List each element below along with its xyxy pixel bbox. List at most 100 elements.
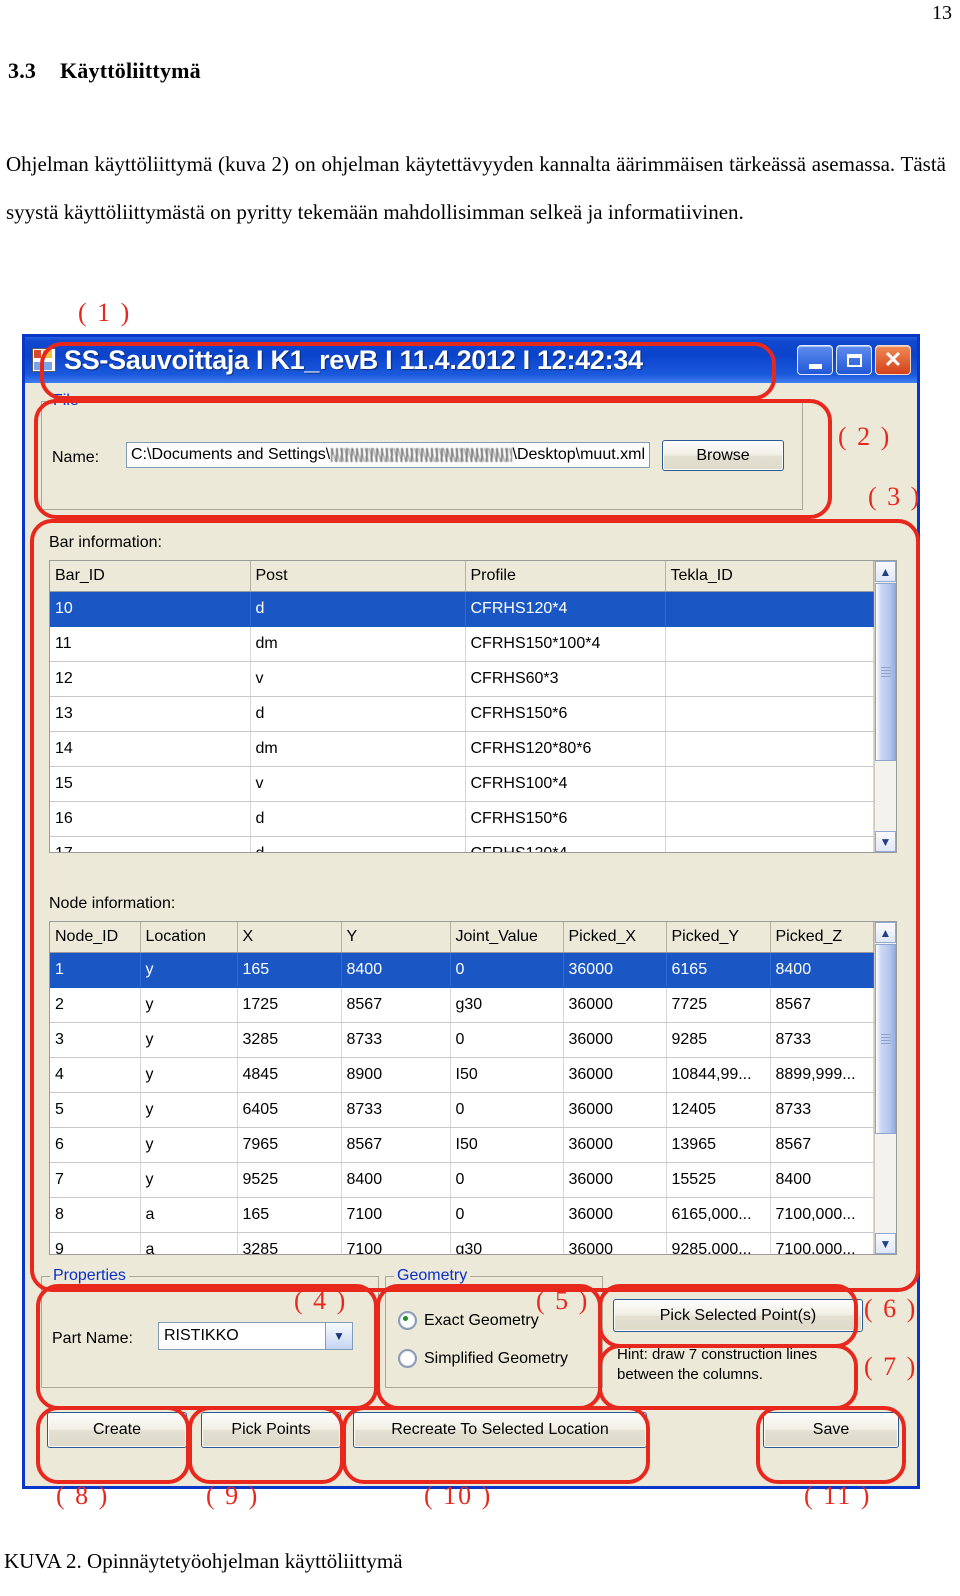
- cell-tekla-id: [665, 766, 874, 802]
- node-col-picked-z[interactable]: Picked_Z: [770, 922, 874, 953]
- bar-information-label: Bar information:: [49, 534, 162, 551]
- figure-caption: KUVA 2. Opinnäytetyöohjelman käyttöliitt…: [4, 1549, 403, 1573]
- table-row[interactable]: 10 d CFRHS120*4: [50, 591, 874, 627]
- table-row[interactable]: 17 d CFRHS120*4: [50, 836, 874, 852]
- cell-node-id: 9: [50, 1232, 141, 1254]
- cell-picked-y: 12405: [666, 1092, 771, 1128]
- scroll-thumb[interactable]: [875, 944, 896, 1134]
- cell-node-id: 5: [50, 1092, 141, 1128]
- node-table-scrollbar[interactable]: ▲ ▼: [874, 922, 896, 1254]
- cell-picked-z: 8733: [770, 1092, 874, 1128]
- cell-bar-id: 13: [50, 696, 251, 732]
- window-title: SS-Sauvoittaja I K1_revB I 11.4.2012 I 1…: [64, 344, 643, 375]
- hint-line-2: between the columns.: [617, 1366, 763, 1383]
- maximize-button[interactable]: [836, 345, 872, 375]
- cell-location: a: [140, 1232, 238, 1254]
- pick-points-button[interactable]: Pick Points: [201, 1412, 341, 1448]
- part-name-label: Part Name:: [52, 1330, 133, 1347]
- scroll-thumb[interactable]: [875, 583, 896, 761]
- table-row[interactable]: 12 v CFRHS60*3: [50, 661, 874, 697]
- cell-y: 8733: [341, 1092, 451, 1128]
- pick-selected-points-button[interactable]: Pick Selected Point(s): [613, 1299, 863, 1332]
- table-row[interactable]: 2 y 1725 8567 g30 36000 7725 8567: [50, 987, 874, 1023]
- node-information-table[interactable]: Node_ID Location X Y Joint_Value Picked_…: [49, 921, 897, 1255]
- annotation-label-3: ( 3 ): [868, 482, 922, 511]
- scroll-down-icon[interactable]: ▼: [875, 1233, 896, 1254]
- file-path-input[interactable]: C:\Documents and Settings\ \Desktop\muut.…: [126, 442, 650, 468]
- cell-bar-id: 15: [50, 766, 251, 802]
- annotation-label-4: ( 4 ): [294, 1286, 348, 1315]
- save-button[interactable]: Save: [763, 1412, 899, 1448]
- table-row[interactable]: 4 y 4845 8900 I50 36000 10844,99... 8899…: [50, 1057, 874, 1093]
- table-row[interactable]: 8 a 165 7100 0 36000 6165,000... 7100,00…: [50, 1197, 874, 1233]
- table-row[interactable]: 7 y 9525 8400 0 36000 15525 8400: [50, 1162, 874, 1198]
- recreate-to-selected-location-button[interactable]: Recreate To Selected Location: [353, 1412, 647, 1448]
- title-bar: SS-Sauvoittaja I K1_revB I 11.4.2012 I 1…: [25, 337, 917, 383]
- cell-profile: CFRHS120*80*6: [465, 731, 666, 767]
- node-col-node-id[interactable]: Node_ID: [50, 922, 141, 953]
- cell-y: 8733: [341, 1022, 451, 1058]
- table-row[interactable]: 13 d CFRHS150*6: [50, 696, 874, 732]
- cell-profile: CFRHS150*6: [465, 696, 666, 732]
- bar-col-bar-id[interactable]: Bar_ID: [50, 561, 251, 592]
- file-path-suffix: \Desktop\muut.xml: [512, 446, 645, 463]
- table-row[interactable]: 15 v CFRHS100*4: [50, 766, 874, 802]
- annotation-label-1: ( 1 ): [78, 298, 132, 327]
- table-row[interactable]: 5 y 6405 8733 0 36000 12405 8733: [50, 1092, 874, 1128]
- radio-exact-geometry[interactable]: Exact Geometry: [398, 1311, 539, 1330]
- cell-x: 3285: [237, 1232, 342, 1254]
- cell-profile: CFRHS120*4: [465, 591, 666, 627]
- radio-simplified-geometry-label: Simplified Geometry: [424, 1349, 569, 1367]
- scroll-up-icon[interactable]: ▲: [875, 561, 896, 582]
- create-button[interactable]: Create: [47, 1412, 187, 1448]
- table-row[interactable]: 11 dm CFRHS150*100*4: [50, 626, 874, 662]
- bar-col-profile[interactable]: Profile: [465, 561, 666, 592]
- part-name-select[interactable]: RISTIKKO ▼: [158, 1322, 353, 1350]
- node-col-location[interactable]: Location: [140, 922, 238, 953]
- bar-information-table[interactable]: Bar_ID Post Profile Tekla_ID 10 d CFRHS1…: [49, 560, 897, 853]
- table-row[interactable]: 16 d CFRHS150*6: [50, 801, 874, 837]
- cell-node-id: 7: [50, 1162, 141, 1198]
- cell-x: 3285: [237, 1022, 342, 1058]
- node-col-y[interactable]: Y: [341, 922, 451, 953]
- section-title: Käyttöliittymä: [60, 58, 201, 83]
- cell-post: d: [250, 801, 466, 837]
- scroll-up-icon[interactable]: ▲: [875, 922, 896, 943]
- radio-simplified-geometry[interactable]: Simplified Geometry: [398, 1349, 568, 1368]
- maximize-icon: [846, 353, 862, 367]
- minimize-button[interactable]: [797, 345, 833, 375]
- cell-location: y: [140, 1057, 238, 1093]
- cell-x: 165: [237, 952, 342, 988]
- cell-profile: CFRHS120*4: [465, 836, 666, 852]
- bar-table-scrollbar[interactable]: ▲ ▼: [874, 561, 896, 852]
- app-window: SS-Sauvoittaja I K1_revB I 11.4.2012 I 1…: [22, 334, 920, 1489]
- chevron-down-icon[interactable]: ▼: [325, 1323, 352, 1349]
- cell-picked-y: 15525: [666, 1162, 771, 1198]
- close-button[interactable]: ✕: [875, 345, 911, 375]
- scroll-down-icon[interactable]: ▼: [875, 831, 896, 852]
- node-col-picked-x[interactable]: Picked_X: [563, 922, 667, 953]
- cell-bar-id: 17: [50, 836, 251, 852]
- table-row[interactable]: 1 y 165 8400 0 36000 6165 8400: [50, 952, 874, 988]
- node-col-x[interactable]: X: [237, 922, 342, 953]
- bar-col-tekla-id[interactable]: Tekla_ID: [665, 561, 874, 592]
- table-row[interactable]: 14 dm CFRHS120*80*6: [50, 731, 874, 767]
- file-name-label: Name:: [52, 449, 100, 466]
- cell-y: 8400: [341, 1162, 451, 1198]
- node-information-label: Node information:: [49, 895, 176, 912]
- table-row[interactable]: 9 a 3285 7100 g30 36000 9285,000... 7100…: [50, 1232, 874, 1254]
- cell-tekla-id: [665, 591, 874, 627]
- table-row[interactable]: 3 y 3285 8733 0 36000 9285 8733: [50, 1022, 874, 1058]
- cell-y: 7100: [341, 1232, 451, 1254]
- table-row[interactable]: 6 y 7965 8567 I50 36000 13965 8567: [50, 1127, 874, 1163]
- cell-y: 8567: [341, 987, 451, 1023]
- file-group: File Name: C:\Documents and Settings\ \De…: [41, 392, 803, 510]
- cell-profile: CFRHS150*100*4: [465, 626, 666, 662]
- browse-button[interactable]: Browse: [662, 440, 784, 471]
- cell-picked-x: 36000: [563, 1022, 667, 1058]
- cell-joint-value: I50: [450, 1127, 564, 1163]
- node-col-joint-value[interactable]: Joint_Value: [450, 922, 564, 953]
- node-col-picked-y[interactable]: Picked_Y: [666, 922, 771, 953]
- bar-col-post[interactable]: Post: [250, 561, 466, 592]
- cell-picked-z: 8400: [770, 952, 874, 988]
